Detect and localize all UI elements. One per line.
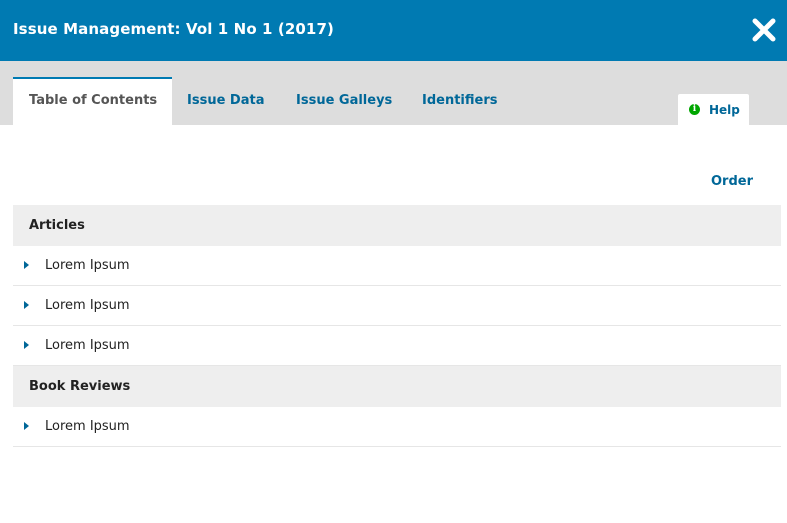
tab-issue-galleys[interactable]: Issue Galleys — [296, 77, 392, 125]
help-label: Help — [709, 102, 740, 117]
list-item-title: Lorem Ipsum — [45, 258, 130, 273]
list-item[interactable]: Lorem Ipsum — [13, 407, 781, 447]
modal-title: Issue Management: Vol 1 No 1 (2017) — [13, 20, 334, 38]
tab-bar: Table of Contents Issue Data Issue Galle… — [0, 61, 787, 125]
tab-table-of-contents[interactable]: Table of Contents — [13, 77, 173, 125]
list-item-title: Lorem Ipsum — [45, 298, 130, 313]
tab-issue-data[interactable]: Issue Data — [187, 77, 264, 125]
list-item[interactable]: Lorem Ipsum — [13, 286, 781, 326]
category-header-book-reviews: Book Reviews — [13, 366, 781, 407]
list-item[interactable]: Lorem Ipsum — [13, 326, 781, 366]
table-of-contents-list: Articles Lorem Ipsum Lorem Ipsum Lorem I… — [13, 205, 781, 447]
expand-arrow-icon[interactable] — [24, 261, 29, 269]
order-link[interactable]: Order — [711, 174, 753, 189]
category-header-articles: Articles — [13, 205, 781, 246]
close-icon[interactable] — [751, 17, 777, 43]
expand-arrow-icon[interactable] — [24, 341, 29, 349]
list-item[interactable]: Lorem Ipsum — [13, 246, 781, 286]
tab-identifiers[interactable]: Identifiers — [422, 77, 498, 125]
info-icon: i — [689, 104, 700, 115]
list-item-title: Lorem Ipsum — [45, 419, 130, 434]
list-item-title: Lorem Ipsum — [45, 338, 130, 353]
expand-arrow-icon[interactable] — [24, 301, 29, 309]
modal-header: Issue Management: Vol 1 No 1 (2017) — [0, 0, 787, 61]
help-button[interactable]: i Help — [678, 94, 749, 125]
expand-arrow-icon[interactable] — [24, 422, 29, 430]
